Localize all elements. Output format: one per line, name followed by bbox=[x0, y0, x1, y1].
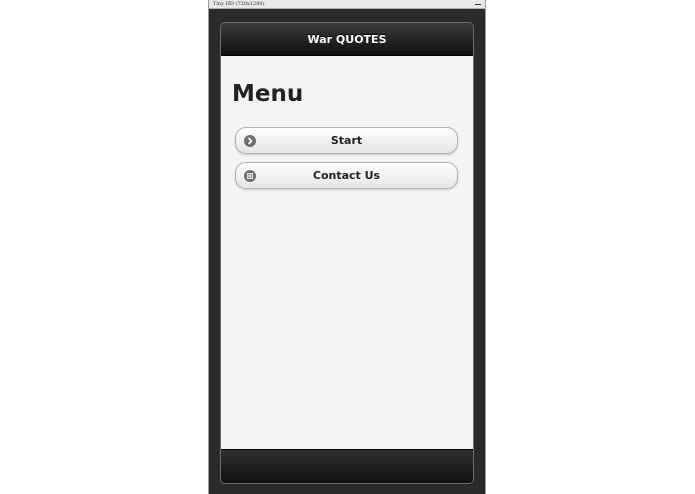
app-content: Menu Start Contact Us bbox=[221, 56, 473, 450]
grid-icon bbox=[244, 170, 256, 182]
window-title: Tiny HD (720x1280) bbox=[213, 1, 265, 7]
app-footer bbox=[221, 449, 473, 483]
device-screen: War QUOTES Menu Start Contact Us bbox=[220, 22, 474, 484]
contact-us-button[interactable]: Contact Us bbox=[235, 162, 458, 189]
emulator-window: Tiny HD (720x1280) War QUOTES Menu Start bbox=[208, 0, 486, 494]
app-header: War QUOTES bbox=[221, 23, 473, 56]
page-title: Menu bbox=[232, 81, 304, 107]
minimize-button[interactable] bbox=[475, 3, 481, 5]
app-title: War QUOTES bbox=[307, 32, 387, 46]
window-titlebar: Tiny HD (720x1280) bbox=[209, 0, 485, 9]
contact-us-button-label: Contact Us bbox=[312, 169, 381, 182]
start-button-label: Start bbox=[330, 134, 363, 147]
start-button[interactable]: Start bbox=[235, 127, 458, 154]
arrow-right-icon bbox=[244, 135, 256, 147]
